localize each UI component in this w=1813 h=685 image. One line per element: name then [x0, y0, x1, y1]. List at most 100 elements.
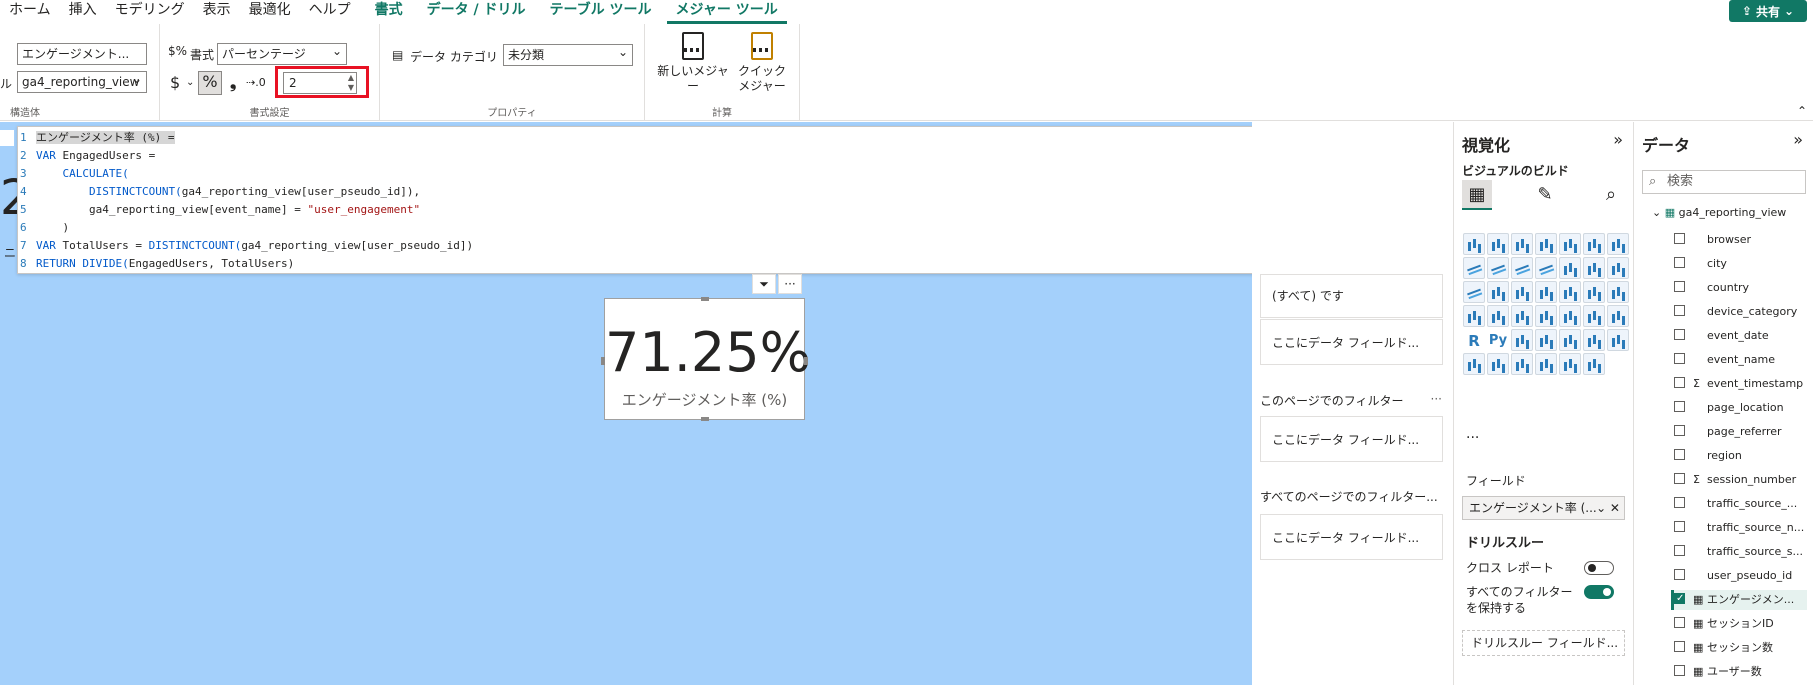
data-category-select[interactable]: 未分類 — [503, 44, 633, 66]
field-checkbox[interactable] — [1674, 569, 1685, 580]
field-checkbox[interactable] — [1674, 521, 1685, 532]
r-visual-icon[interactable]: R — [1463, 329, 1485, 351]
table-node[interactable]: ⌄ ▦ ga4_reporting_view — [1652, 206, 1786, 219]
chevron-up-icon[interactable]: ⌃ — [1797, 104, 1807, 118]
field-row[interactable]: ▦ セッション数 — [1674, 638, 1810, 658]
resize-handle[interactable] — [601, 357, 605, 365]
drillthrough-field-well[interactable]: ドリルスルー フィールド... — [1462, 630, 1625, 656]
stacked-bar-icon[interactable] — [1463, 233, 1485, 255]
funnel-icon[interactable] — [1607, 257, 1629, 279]
filter-drop-page[interactable]: ここにデータ フィールド... — [1260, 416, 1443, 462]
quick-measure-button[interactable]: クイック メジャー — [737, 32, 787, 94]
new-measure-button[interactable]: 新しいメジャー — [653, 32, 733, 94]
resize-handle[interactable] — [701, 417, 709, 421]
menu-insert[interactable]: 挿入 — [60, 0, 106, 24]
key-influencers-icon[interactable] — [1511, 329, 1533, 351]
measure-name-input[interactable]: エンゲージメント... — [17, 43, 147, 65]
keep-filters-toggle[interactable] — [1584, 585, 1614, 599]
more-options-icon[interactable]: ··· — [1431, 392, 1442, 406]
clustered-column-icon[interactable] — [1535, 233, 1557, 255]
field-checkbox[interactable] — [1674, 401, 1685, 412]
field-checkbox[interactable] — [1674, 305, 1685, 316]
card-new-icon[interactable] — [1487, 353, 1509, 375]
card-icon[interactable] — [1487, 305, 1509, 327]
field-row[interactable]: device_category — [1674, 302, 1810, 322]
field-row[interactable]: city — [1674, 254, 1810, 274]
filter-card-all[interactable]: (すべて) です — [1260, 274, 1443, 318]
field-checkbox[interactable] — [1674, 665, 1685, 676]
field-row[interactable]: ▦ セッションID — [1674, 614, 1810, 634]
field-checkbox[interactable] — [1674, 425, 1685, 436]
comma-button[interactable]: ❟ — [230, 73, 236, 93]
currency-button[interactable]: $ — [170, 73, 180, 93]
field-row[interactable]: event_date — [1674, 326, 1810, 346]
filter-drop-all-pages[interactable]: ここにデータ フィールド... — [1260, 514, 1443, 560]
decimal-places-input[interactable]: 2 ▲ ▼ — [283, 72, 357, 94]
field-checkbox[interactable] — [1674, 377, 1685, 388]
stacked-area-icon[interactable] — [1487, 257, 1509, 279]
resize-handle[interactable] — [701, 297, 709, 301]
build-visual-tab-icon[interactable]: ▦ — [1462, 180, 1492, 210]
field-checkbox[interactable] — [1674, 257, 1685, 268]
table-icon[interactable] — [1583, 305, 1605, 327]
more-visuals-icon[interactable]: ··· — [1466, 430, 1479, 446]
chevron-down-icon[interactable]: ⌄ — [186, 73, 194, 93]
expand-icon[interactable]: » — [1613, 130, 1623, 149]
treemap-icon[interactable] — [1535, 281, 1557, 303]
slicer-icon[interactable] — [1559, 305, 1581, 327]
menu-table-tools[interactable]: テーブル ツール — [540, 0, 660, 24]
more-options-icon[interactable]: ··· — [778, 274, 802, 294]
azure-map-icon[interactable] — [1607, 281, 1629, 303]
field-checkbox[interactable] — [1674, 353, 1685, 364]
filled-map-icon[interactable] — [1583, 281, 1605, 303]
gauge-icon[interactable] — [1463, 305, 1485, 327]
paginated-report-icon[interactable] — [1463, 353, 1485, 375]
field-checkbox[interactable] — [1674, 329, 1685, 340]
field-checkbox[interactable] — [1674, 617, 1685, 628]
ribbon-chart-icon[interactable] — [1559, 257, 1581, 279]
data-search-input[interactable]: ⌕ 検索 — [1642, 170, 1806, 194]
donut-icon[interactable] — [1511, 281, 1533, 303]
field-checkbox[interactable] — [1674, 590, 1685, 609]
field-checkbox[interactable] — [1674, 473, 1685, 484]
power-automate-icon[interactable] — [1535, 353, 1557, 375]
qa-icon[interactable] — [1559, 329, 1581, 351]
field-row[interactable]: Σevent_timestamp — [1674, 374, 1810, 394]
field-row[interactable]: user_pseudo_id — [1674, 566, 1810, 586]
share-button[interactable]: ⇪ 共有 ⌄ — [1729, 0, 1807, 22]
pie-icon[interactable] — [1487, 281, 1509, 303]
chevron-close-icon[interactable]: ⌄ ✕ — [1596, 497, 1620, 519]
menu-data-drill[interactable]: データ / ドリル — [418, 0, 535, 24]
field-well-value[interactable]: エンゲージメント率 (... ⌄ ✕ — [1462, 496, 1625, 520]
waterfall-icon[interactable] — [1583, 257, 1605, 279]
field-row[interactable]: region — [1674, 446, 1810, 466]
chevron-visual-icon[interactable] — [1583, 353, 1605, 375]
trophy-icon[interactable] — [1607, 329, 1629, 351]
field-checkbox[interactable] — [1674, 545, 1685, 556]
diamond-icon[interactable] — [1559, 353, 1581, 375]
format-select[interactable]: パーセンテージ — [217, 43, 347, 65]
menu-optimize[interactable]: 最適化 — [240, 0, 300, 24]
home-table-select[interactable]: ga4_reporting_view — [17, 71, 147, 93]
expand-icon[interactable]: » — [1793, 130, 1803, 149]
line-clustered-icon[interactable] — [1535, 257, 1557, 279]
kpi-icon[interactable] — [1535, 305, 1557, 327]
spinner-arrows-icon[interactable]: ▲ ▼ — [348, 73, 354, 93]
power-apps-icon[interactable] — [1511, 353, 1533, 375]
field-row[interactable]: browser — [1674, 230, 1810, 250]
field-checkbox[interactable] — [1674, 233, 1685, 244]
clustered-bar-icon[interactable] — [1511, 233, 1533, 255]
field-checkbox[interactable] — [1674, 641, 1685, 652]
100-column-icon[interactable] — [1583, 233, 1605, 255]
percent-button[interactable]: % — [198, 71, 222, 95]
field-row[interactable]: traffic_source_s... — [1674, 542, 1810, 562]
scatter-icon[interactable] — [1463, 281, 1485, 303]
cross-report-toggle[interactable] — [1584, 561, 1614, 575]
filter-icon[interactable]: ⏷ — [752, 274, 776, 294]
field-row[interactable]: event_name — [1674, 350, 1810, 370]
python-visual-icon[interactable]: Py — [1487, 329, 1509, 351]
field-checkbox[interactable] — [1674, 281, 1685, 292]
multirow-card-icon[interactable] — [1511, 305, 1533, 327]
field-row[interactable]: traffic_source_... — [1674, 494, 1810, 514]
field-row[interactable]: country — [1674, 278, 1810, 298]
